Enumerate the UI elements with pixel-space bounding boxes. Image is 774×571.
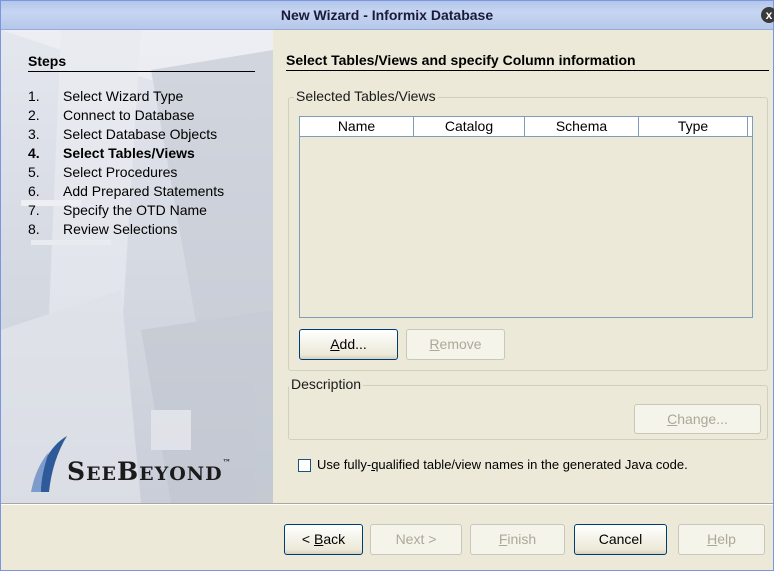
- step-number: 1.: [28, 88, 40, 104]
- step-item: 1. Select Wizard Type: [28, 87, 224, 106]
- column-header-name[interactable]: Name: [300, 117, 414, 136]
- page-title: Select Tables/Views and specify Column i…: [286, 52, 636, 68]
- step-label: Select Database Objects: [63, 126, 218, 142]
- change-button[interactable]: Change...: [634, 404, 761, 434]
- column-header-schema[interactable]: Schema: [525, 117, 639, 136]
- page-title-divider: [286, 70, 769, 71]
- step-number: 8.: [28, 221, 40, 237]
- step-item: 8. Review Selections: [28, 220, 224, 239]
- step-item: 6. Add Prepared Statements: [28, 182, 224, 201]
- next-button[interactable]: Next >: [370, 524, 462, 555]
- finish-button[interactable]: Finish: [470, 524, 565, 555]
- seebeyond-logo-text: SEEBEYOND™: [67, 457, 232, 486]
- table-header: Name Catalog Schema Type: [300, 117, 752, 137]
- fully-qualified-names-checkbox[interactable]: [298, 459, 311, 472]
- step-item: 2. Connect to Database: [28, 106, 224, 125]
- seebeyond-logo-icon: [31, 436, 67, 492]
- step-number: 7.: [28, 202, 40, 218]
- step-item: 7. Specify the OTD Name: [28, 201, 224, 220]
- step-label: Connect to Database: [63, 107, 195, 123]
- steps-heading: Steps: [28, 53, 67, 69]
- step-number: 5.: [28, 164, 40, 180]
- tables-group-label: Selected Tables/Views: [294, 88, 438, 104]
- step-label: Select Wizard Type: [63, 88, 184, 104]
- add-button[interactable]: Add...: [299, 329, 398, 360]
- step-item: 5. Select Procedures: [28, 163, 224, 182]
- wizard-window: New Wizard - Informix Database x Steps 1…: [0, 0, 774, 571]
- step-label: Add Prepared Statements: [63, 183, 225, 199]
- window-title: New Wizard - Informix Database: [280, 7, 494, 23]
- step-item: 4. Select Tables/Views: [28, 144, 224, 163]
- description-group-label: Description: [289, 376, 364, 392]
- close-icon[interactable]: x: [761, 7, 774, 23]
- step-label: Select Procedures: [63, 164, 178, 180]
- cancel-button[interactable]: Cancel: [574, 524, 667, 555]
- column-header-catalog[interactable]: Catalog: [414, 117, 525, 136]
- footer-divider-highlight: [1, 504, 773, 505]
- column-header-type[interactable]: Type: [639, 117, 748, 136]
- help-button[interactable]: Help: [678, 524, 765, 555]
- title-bar[interactable]: New Wizard - Informix Database x: [1, 1, 774, 30]
- step-number: 2.: [28, 107, 40, 123]
- steps-list: 1. Select Wizard Type 2. Connect to Databas…: [28, 87, 224, 239]
- remove-button[interactable]: Remove: [406, 329, 505, 360]
- step-label: Specify the OTD Name: [63, 202, 207, 218]
- steps-divider: [28, 71, 255, 72]
- step-item: 3. Select Database Objects: [28, 125, 224, 144]
- steps-panel: Steps 1. Select Wizard Type 2. Connect to D…: [1, 30, 273, 503]
- step-number: 3.: [28, 126, 40, 142]
- step-number: 4.: [28, 145, 40, 161]
- step-number: 6.: [28, 183, 40, 199]
- step-label: Review Selections: [63, 221, 178, 237]
- tables-views-table[interactable]: Name Catalog Schema Type: [299, 116, 753, 318]
- step-label: Select Tables/Views: [63, 145, 195, 161]
- back-button[interactable]: < Back: [284, 524, 363, 555]
- fully-qualified-names-label[interactable]: Use fully-qualified table/view names in …: [317, 457, 688, 472]
